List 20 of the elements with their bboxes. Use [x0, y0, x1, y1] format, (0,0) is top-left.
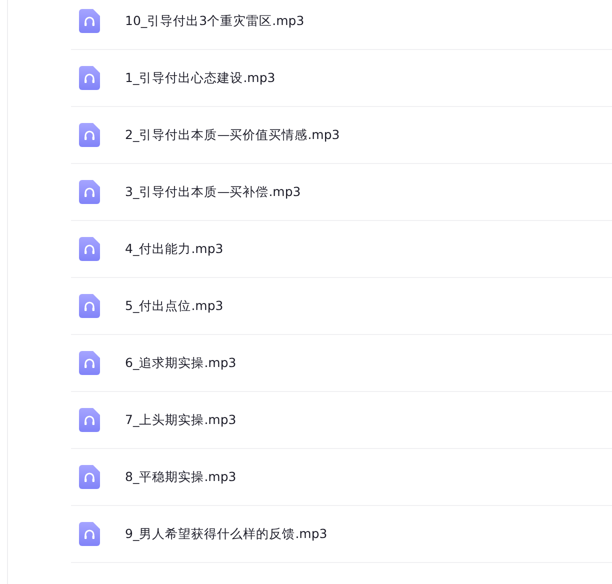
file-name[interactable]: 2_引导付出本质—买价值买情感.mp3	[125, 126, 340, 144]
audio-file-icon	[79, 294, 100, 318]
file-name[interactable]: 3_引导付出本质—买补偿.mp3	[125, 184, 301, 200]
audio-file-icon	[79, 408, 100, 432]
audio-file-icon	[79, 351, 100, 375]
audio-file-icon	[79, 237, 100, 261]
audio-file-icon	[79, 522, 100, 546]
audio-file-icon	[79, 66, 100, 90]
file-name[interactable]: 1_引导付出心态建设.mp3	[125, 70, 276, 86]
audio-file-icon	[79, 123, 100, 147]
file-name[interactable]: 5_付出点位.mp3	[125, 298, 224, 314]
file-name[interactable]: 9_男人希望获得什么样的反馈.mp3	[125, 526, 328, 542]
audio-file-icon	[79, 9, 100, 33]
audio-file-icon	[79, 465, 100, 489]
file-name[interactable]: 6_追求期实操.mp3	[125, 354, 236, 372]
file-name[interactable]: 8_平稳期实操.mp3	[125, 468, 236, 486]
file-name[interactable]: 7_上头期实操.mp3	[125, 412, 236, 428]
file-name[interactable]: 10_引导付出3个重灾雷区.mp3	[125, 12, 304, 30]
audio-file-icon	[79, 180, 100, 204]
file-name[interactable]: 4_付出能力.mp3	[125, 240, 224, 258]
